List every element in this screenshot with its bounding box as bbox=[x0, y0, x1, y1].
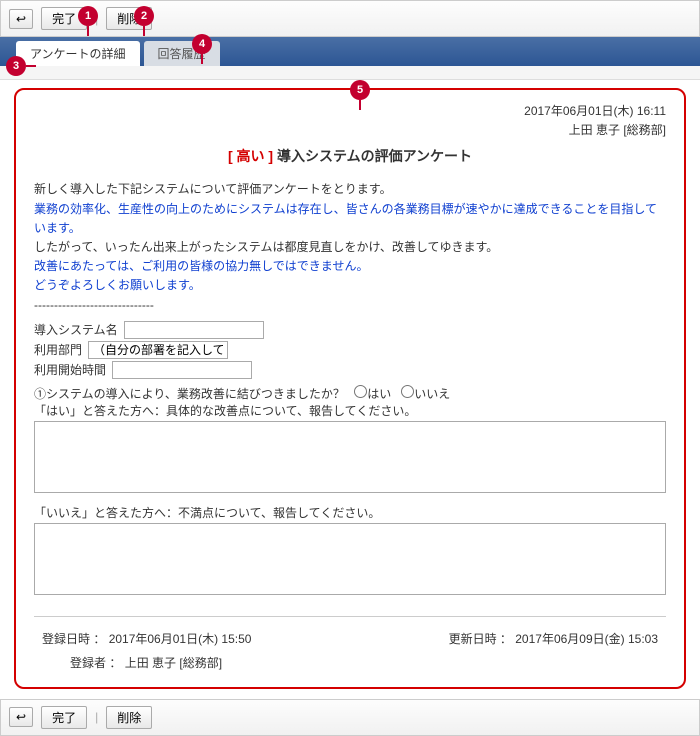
callout-badge-4: 4 bbox=[192, 34, 212, 54]
complete-button-bottom[interactable]: 完了 bbox=[41, 706, 87, 729]
radio-yes-label[interactable]: はい bbox=[354, 385, 391, 402]
desc-line: したがって、いったん出来上がったシステムは都度見直しをかけ、改善してゆきます。 bbox=[34, 238, 666, 257]
callout-badge-5: 5 bbox=[350, 80, 370, 100]
created-label: 登録日時 ： bbox=[42, 632, 105, 646]
tab-detail[interactable]: アンケートの詳細 bbox=[16, 41, 140, 66]
delete-button-bottom[interactable]: 削除 bbox=[106, 706, 152, 729]
toolbar-divider: | bbox=[95, 710, 98, 724]
callout-badge-2: 2 bbox=[134, 6, 154, 26]
created-value: 2017年06月01日(木) 15:50 bbox=[109, 632, 252, 646]
dept-label: 利用部門 bbox=[34, 341, 82, 358]
callout-badge-3: 3 bbox=[6, 56, 26, 76]
no-detail-textarea[interactable] bbox=[34, 523, 666, 595]
start-time-label: 利用開始時間 bbox=[34, 361, 106, 378]
desc-line: 改善にあたっては、ご利用の皆様の協力無しではできません。 bbox=[34, 257, 666, 276]
start-time-input[interactable] bbox=[112, 361, 252, 379]
registrant-label: 登録者 ： bbox=[70, 656, 121, 670]
yes-detail-textarea[interactable] bbox=[34, 421, 666, 493]
registrant-value: 上田 恵子 [総務部] bbox=[125, 656, 222, 670]
question-1: ①システムの導入により、業務改善に結びつきましたか？ bbox=[34, 387, 345, 401]
top-toolbar: ↩ 完了 | 削除 bbox=[0, 0, 700, 37]
desc-line: 新しく導入した下記システムについて評価アンケートをとります。 bbox=[34, 180, 666, 199]
author-name: 上田 恵子 [総務部] bbox=[34, 121, 666, 140]
created-datetime: 2017年06月01日(木) 16:11 bbox=[34, 102, 666, 121]
no-detail-label: 「いいえ」と答えた方へ：不満点について、報告してください。 bbox=[34, 504, 666, 521]
updated-value: 2017年06月09日(金) 15:03 bbox=[515, 632, 658, 646]
bottom-toolbar: ↩ 完了 | 削除 bbox=[0, 699, 700, 736]
detail-panel: 2017年06月01日(木) 16:11 上田 恵子 [総務部] [ 高い ] … bbox=[14, 88, 686, 689]
system-name-input[interactable] bbox=[124, 321, 264, 339]
radio-yes[interactable] bbox=[354, 385, 367, 398]
radio-no-label[interactable]: いいえ bbox=[401, 385, 450, 402]
system-name-label: 導入システム名 bbox=[34, 321, 118, 338]
desc-line: 業務の効率化、生産性の向上のためにシステムは存在し、皆さんの各業務目標が速やかに… bbox=[34, 200, 666, 238]
updated-label: 更新日時 ： bbox=[449, 632, 512, 646]
tab-bar: アンケートの詳細 回答履歴 bbox=[0, 37, 700, 66]
back-button[interactable]: ↩ bbox=[9, 9, 33, 29]
survey-title: [ 高い ] 導入システムの評価アンケート bbox=[34, 146, 666, 166]
sub-toolbar bbox=[0, 66, 700, 80]
priority-tag: [ 高い ] bbox=[228, 148, 273, 164]
dept-input[interactable] bbox=[88, 341, 228, 359]
desc-separator: ------------------------------ bbox=[34, 296, 666, 315]
radio-no[interactable] bbox=[401, 385, 414, 398]
title-text: 導入システムの評価アンケート bbox=[277, 148, 472, 164]
desc-line: どうぞよろしくお願いします。 bbox=[34, 276, 666, 295]
description: 新しく導入した下記システムについて評価アンケートをとります。 業務の効率化、生産… bbox=[34, 180, 666, 314]
yes-detail-label: 「はい」と答えた方へ：具体的な改善点について、報告してください。 bbox=[34, 402, 666, 419]
back-button-bottom[interactable]: ↩ bbox=[9, 707, 33, 727]
callout-badge-1: 1 bbox=[78, 6, 98, 26]
footer-meta: 登録日時 ： 2017年06月01日(木) 15:50 更新日時 ： 2017年… bbox=[34, 616, 666, 679]
